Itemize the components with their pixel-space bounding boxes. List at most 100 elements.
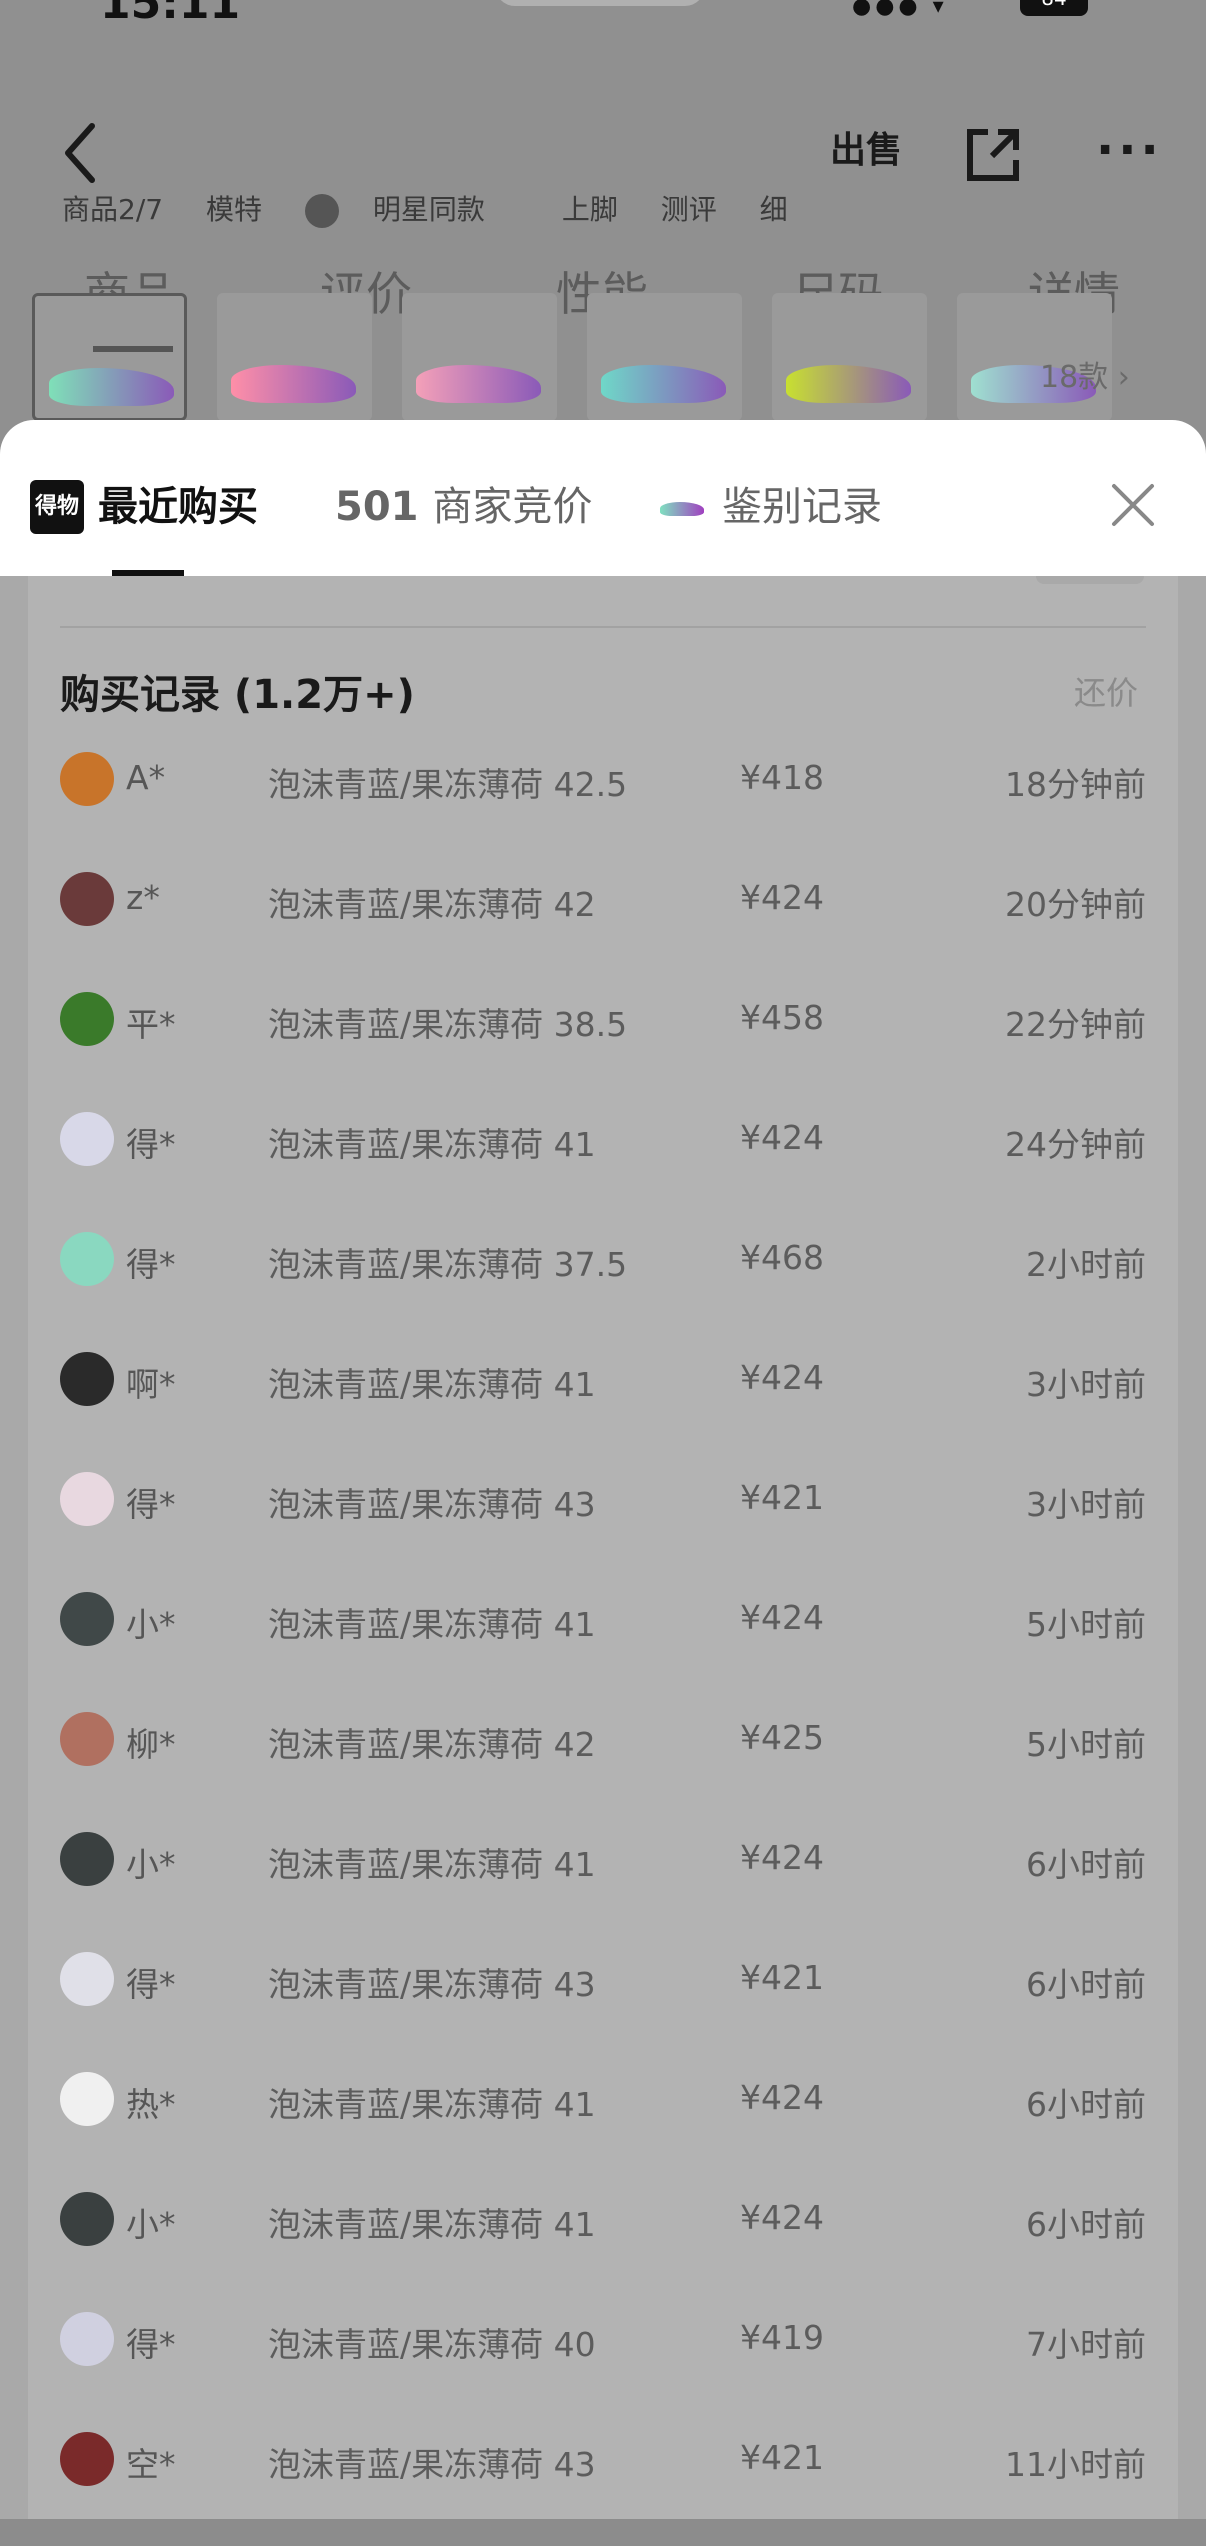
product-spec: 泡沫青蓝/果冻薄荷 43 bbox=[268, 1485, 596, 1524]
purchase-record-row: 得* 泡沫青蓝/果冻薄荷 43 ¥421 6小时前 bbox=[0, 1946, 1206, 2066]
divider bbox=[60, 626, 1146, 628]
tab-authentication-records[interactable]: 鉴别记录 bbox=[660, 482, 882, 532]
buyer-name: 热* bbox=[126, 2085, 176, 2124]
buyer-name: 小* bbox=[126, 2205, 176, 2244]
sell-button[interactable]: 出售 bbox=[830, 128, 902, 174]
purchase-record-row: 小* 泡沫青蓝/果冻薄荷 41 ¥424 5小时前 bbox=[0, 1586, 1206, 1706]
product-spec: 泡沫青蓝/果冻薄荷 41 bbox=[268, 2085, 596, 2124]
purchase-time: 5小时前 bbox=[1026, 1605, 1146, 1644]
purchase-price: ¥419 bbox=[740, 2318, 824, 2357]
buyer-name: 得* bbox=[126, 2325, 176, 2364]
buyer-name: 得* bbox=[126, 1125, 176, 1164]
product-spec: 泡沫青蓝/果冻薄荷 40 bbox=[268, 2325, 596, 2364]
purchase-time: 20分钟前 bbox=[1005, 885, 1146, 924]
buyer-name: 啊* bbox=[126, 1365, 176, 1404]
purchase-price: ¥424 bbox=[740, 2078, 824, 2117]
dewu-logo-icon: 得物 bbox=[30, 480, 84, 534]
back-arrow-icon[interactable] bbox=[58, 118, 102, 188]
avatar bbox=[60, 752, 114, 806]
thumbnail[interactable] bbox=[402, 293, 557, 421]
purchase-record-row: z* 泡沫青蓝/果冻薄荷 42 ¥424 20分钟前 bbox=[0, 866, 1206, 986]
purchase-record-row: 柳* 泡沫青蓝/果冻薄荷 42 ¥425 5小时前 bbox=[0, 1706, 1206, 1826]
product-spec: 泡沫青蓝/果冻薄荷 43 bbox=[268, 1965, 596, 2004]
color-thumbnails bbox=[32, 293, 1206, 423]
shoe-icon bbox=[660, 502, 704, 516]
buyer-name: 柳* bbox=[126, 1725, 176, 1764]
purchase-time: 3小时前 bbox=[1026, 1365, 1146, 1404]
bid-label: 商家竞价 bbox=[432, 484, 593, 530]
purchase-price: ¥421 bbox=[740, 2438, 824, 2477]
subnav-item[interactable]: 商品2/7 bbox=[62, 193, 163, 226]
thumbnail[interactable] bbox=[587, 293, 742, 421]
product-spec: 泡沫青蓝/果冻薄荷 42.5 bbox=[268, 765, 628, 804]
thumbnail[interactable] bbox=[772, 293, 927, 421]
subnav-item[interactable]: 细 bbox=[760, 193, 788, 226]
product-spec: 泡沫青蓝/果冻薄荷 41 bbox=[268, 1845, 596, 1884]
purchase-price: ¥425 bbox=[740, 1718, 824, 1757]
subnav-item-celebrity[interactable]: 明星同款 bbox=[304, 193, 519, 228]
purchase-record-row: 小* 泡沫青蓝/果冻薄荷 41 ¥424 6小时前 bbox=[0, 2186, 1206, 2306]
more-options-icon[interactable]: ··· bbox=[1096, 126, 1163, 174]
product-spec: 泡沫青蓝/果冻薄荷 38.5 bbox=[268, 1005, 628, 1044]
shoe-image bbox=[416, 365, 541, 403]
avatar bbox=[60, 2072, 114, 2126]
buyer-name: 小* bbox=[126, 1845, 176, 1884]
avatar bbox=[60, 1592, 114, 1646]
auth-label: 鉴别记录 bbox=[722, 484, 882, 530]
purchase-price: ¥421 bbox=[740, 1478, 824, 1517]
shoe-image bbox=[601, 365, 726, 403]
avatar bbox=[304, 194, 339, 228]
avatar bbox=[60, 2432, 114, 2486]
tab-merchant-bids[interactable]: 501 商家竞价 bbox=[335, 482, 593, 532]
purchase-time: 18分钟前 bbox=[1005, 765, 1146, 804]
hidden-control bbox=[1036, 576, 1144, 584]
product-spec: 泡沫青蓝/果冻薄荷 41 bbox=[268, 1365, 596, 1404]
signal-icon: ●●● ▾ bbox=[852, 0, 948, 19]
purchase-price: ¥424 bbox=[740, 878, 824, 917]
purchase-price: ¥424 bbox=[740, 2198, 824, 2237]
avatar bbox=[60, 872, 114, 926]
shoe-image bbox=[786, 365, 911, 403]
purchase-time: 24分钟前 bbox=[1005, 1125, 1146, 1164]
bid-count: 501 bbox=[335, 484, 419, 530]
purchase-time: 7小时前 bbox=[1026, 2325, 1146, 2364]
more-colors-link[interactable]: 18款 › bbox=[1040, 352, 1130, 396]
product-spec: 泡沫青蓝/果冻薄荷 42 bbox=[268, 885, 596, 924]
product-spec: 泡沫青蓝/果冻薄荷 37.5 bbox=[268, 1245, 628, 1284]
avatar bbox=[60, 1952, 114, 2006]
purchase-time: 3小时前 bbox=[1026, 1485, 1146, 1524]
subnav-item[interactable]: 上脚 bbox=[562, 193, 618, 226]
product-spec: 泡沫青蓝/果冻薄荷 41 bbox=[268, 1605, 596, 1644]
purchase-record-row: 啊* 泡沫青蓝/果冻薄荷 41 ¥424 3小时前 bbox=[0, 1346, 1206, 1466]
purchase-time: 5小时前 bbox=[1026, 1725, 1146, 1764]
avatar bbox=[60, 1712, 114, 1766]
product-spec: 泡沫青蓝/果冻薄荷 42 bbox=[268, 1725, 596, 1764]
subnav-item[interactable]: 模特 bbox=[206, 193, 262, 226]
purchase-record-row: 小* 泡沫青蓝/果冻薄荷 41 ¥424 6小时前 bbox=[0, 1826, 1206, 1946]
thumbnail[interactable] bbox=[217, 293, 372, 421]
share-icon[interactable] bbox=[962, 124, 1024, 186]
avatar bbox=[60, 1472, 114, 1526]
purchase-record-row: 空* 泡沫青蓝/果冻薄荷 43 ¥421 11小时前 bbox=[0, 2426, 1206, 2546]
avatar bbox=[60, 1112, 114, 1166]
counter-offer-link[interactable]: 还价 bbox=[1074, 668, 1138, 714]
purchase-time: 6小时前 bbox=[1026, 1845, 1146, 1884]
thumbnail[interactable] bbox=[32, 293, 187, 421]
subnav-item[interactable]: 测评 bbox=[661, 193, 717, 226]
purchase-record-row: 平* 泡沫青蓝/果冻薄荷 38.5 ¥458 22分钟前 bbox=[0, 986, 1206, 1106]
purchase-time: 6小时前 bbox=[1026, 2085, 1146, 2124]
dynamic-island bbox=[495, 0, 705, 6]
tab-recent-purchases[interactable]: 最近购买 bbox=[98, 482, 258, 532]
purchase-price: ¥418 bbox=[740, 758, 824, 797]
buyer-name: 空* bbox=[126, 2445, 176, 2484]
sheet-body: 购买记录 (1.2万+) 还价 A* 泡沫青蓝/果冻薄荷 42.5 ¥418 18分钟… bbox=[0, 576, 1206, 2519]
purchase-time: 11小时前 bbox=[1005, 2445, 1146, 2484]
avatar bbox=[60, 1832, 114, 1886]
product-spec: 泡沫青蓝/果冻薄荷 41 bbox=[268, 2205, 596, 2244]
media-subnav: 商品2/7 模特 明星同款 上脚 测评 细 bbox=[62, 188, 822, 228]
purchase-record-row: 得* 泡沫青蓝/果冻薄荷 37.5 ¥468 2小时前 bbox=[0, 1226, 1206, 1346]
close-icon[interactable] bbox=[1108, 480, 1158, 530]
buyer-name: z* bbox=[126, 878, 160, 917]
shoe-image bbox=[231, 365, 356, 403]
buyer-name: 得* bbox=[126, 1965, 176, 2004]
